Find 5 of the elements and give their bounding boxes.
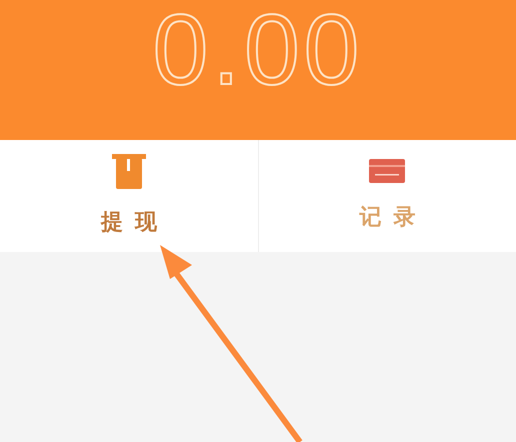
balance-amount: 0.00 (152, 0, 364, 100)
card-icon (369, 158, 406, 184)
action-label[interactable]: 记录 (359, 200, 428, 234)
action-label[interactable]: 提现 (100, 206, 169, 238)
withdraw-slot-icon (112, 154, 146, 190)
